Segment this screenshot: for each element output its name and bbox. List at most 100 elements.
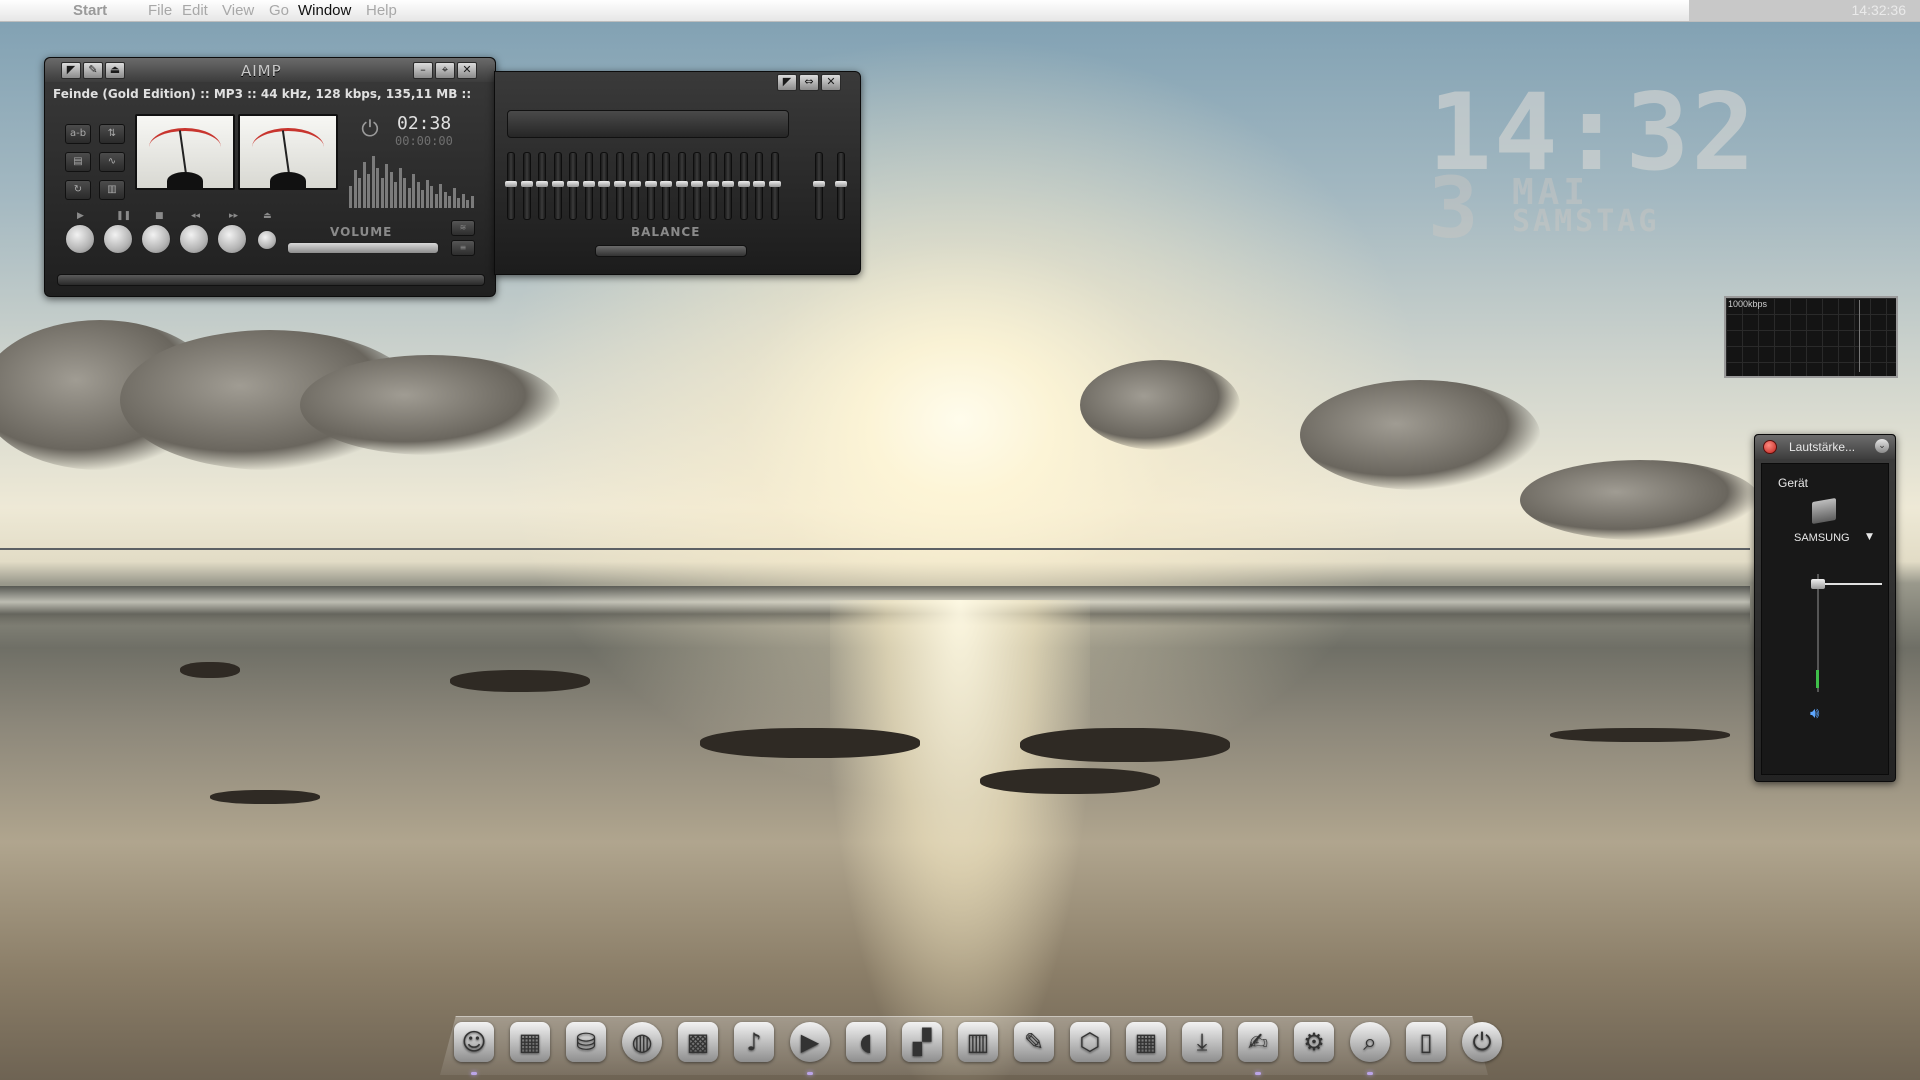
finder-icon: ☺ bbox=[454, 1022, 494, 1062]
dock-item-trash[interactable]: ▯ bbox=[1404, 1020, 1448, 1064]
dock-item-guitar[interactable]: ♪ bbox=[732, 1020, 776, 1064]
dock-item-finder[interactable]: ☺ bbox=[452, 1020, 496, 1064]
menu-icon[interactable]: ◤ bbox=[61, 62, 81, 79]
rock bbox=[700, 728, 920, 758]
waveform-button[interactable]: ∿ bbox=[99, 152, 125, 172]
spectrum-bar bbox=[452, 188, 456, 208]
spectrum-button[interactable]: ▥ bbox=[99, 180, 125, 200]
dock-item-text-edit[interactable]: ✍ bbox=[1236, 1020, 1280, 1064]
volume-thumb[interactable] bbox=[1811, 579, 1825, 590]
balance-slider[interactable] bbox=[595, 245, 747, 257]
download-icon: ⤓ bbox=[1182, 1022, 1222, 1062]
chevron-down-icon[interactable]: ▼ bbox=[1866, 532, 1873, 542]
time-elapsed[interactable]: 02:38 bbox=[397, 113, 451, 134]
repeat-button[interactable]: ↻ bbox=[65, 180, 91, 200]
dock-item-search[interactable]: ⌕ bbox=[1348, 1020, 1392, 1064]
eq-preset-icon[interactable]: ⇔ bbox=[799, 74, 819, 91]
running-indicator bbox=[1255, 1072, 1261, 1075]
eq-band-slider[interactable] bbox=[768, 152, 781, 220]
wrench-icon[interactable]: ✎ bbox=[83, 62, 103, 79]
minimize-button[interactable]: – bbox=[413, 62, 433, 79]
dock-item-power[interactable]: ⏻ bbox=[1460, 1020, 1504, 1064]
eq-preset-bar[interactable] bbox=[507, 110, 789, 138]
close-button[interactable] bbox=[1763, 440, 1777, 454]
eq-band-slider[interactable] bbox=[737, 152, 750, 220]
dock-item-browser[interactable]: ◍ bbox=[620, 1020, 664, 1064]
eq-band-slider[interactable] bbox=[505, 152, 517, 220]
cloud bbox=[1520, 460, 1760, 540]
eq-band-slider[interactable] bbox=[613, 152, 626, 220]
dock-item-drive[interactable]: ⛁ bbox=[564, 1020, 608, 1064]
menu-help[interactable]: Help bbox=[366, 2, 397, 19]
eq-band-slider[interactable] bbox=[691, 152, 703, 220]
cloud bbox=[1080, 360, 1240, 450]
pin-icon[interactable]: ⌖ bbox=[435, 62, 455, 79]
list-button[interactable]: ≡ bbox=[451, 240, 475, 256]
options-icon[interactable]: ⌄ bbox=[1875, 439, 1889, 453]
menu-start[interactable]: Start bbox=[73, 2, 107, 19]
eq-band-slider[interactable] bbox=[706, 152, 719, 220]
dock-item-film[interactable]: ▥ bbox=[956, 1020, 1000, 1064]
dock-item-package[interactable]: ⬡ bbox=[1068, 1020, 1112, 1064]
eq-band-slider[interactable] bbox=[675, 152, 688, 220]
menu-go[interactable]: Go bbox=[269, 2, 289, 19]
power-icon: ⏻ bbox=[1462, 1022, 1502, 1062]
eq-band-slider[interactable] bbox=[582, 152, 595, 220]
volume-mixer-title-bar[interactable]: Lautstärke... ⌄ bbox=[1755, 435, 1895, 459]
menu-file[interactable]: File bbox=[148, 2, 172, 19]
power-icon[interactable]: ⏻ bbox=[358, 118, 382, 142]
eq-band-slider[interactable] bbox=[629, 152, 641, 220]
eq-band-slider[interactable] bbox=[567, 152, 579, 220]
guitar-icon: ♪ bbox=[734, 1022, 774, 1062]
shuffle-button[interactable]: ≋ bbox=[451, 220, 475, 236]
eq-band-slider[interactable] bbox=[753, 152, 765, 220]
eq-close-button[interactable]: ✕ bbox=[821, 74, 841, 91]
aimp-title-bar[interactable]: ◤ ✎ ⏏ AIMP – ⌖ ✕ bbox=[45, 58, 495, 82]
dock-item-speaker[interactable]: ◖ bbox=[844, 1020, 888, 1064]
eq-band-slider[interactable] bbox=[536, 152, 548, 220]
seek-bar[interactable] bbox=[57, 274, 485, 286]
eq-band-slider[interactable] bbox=[598, 152, 610, 220]
dock-item-clapper[interactable]: ▞ bbox=[900, 1020, 944, 1064]
dock-item-window[interactable]: ▦ bbox=[508, 1020, 552, 1064]
eq-band-slider[interactable] bbox=[644, 152, 657, 220]
menu-window[interactable]: Window bbox=[298, 2, 351, 19]
dock-item-download[interactable]: ⤓ bbox=[1180, 1020, 1224, 1064]
eq-menu-icon[interactable]: ◤ bbox=[777, 74, 797, 91]
stop-button[interactable] bbox=[141, 224, 171, 254]
eject-icon[interactable]: ⏏ bbox=[105, 62, 125, 79]
ab-repeat-button[interactable]: a-b bbox=[65, 124, 91, 144]
eq-band-slider[interactable] bbox=[520, 152, 533, 220]
mute-speaker-icon[interactable]: 🔊︎ bbox=[1810, 704, 1819, 722]
volume-slider[interactable] bbox=[287, 242, 439, 254]
eq-band-slider[interactable] bbox=[660, 152, 672, 220]
dock-item-calculator[interactable]: ▦ bbox=[1124, 1020, 1168, 1064]
spectrum-bar bbox=[448, 196, 451, 208]
equalizer-toggle-button[interactable]: ⇅ bbox=[99, 124, 125, 144]
horizon bbox=[0, 548, 1750, 550]
dock-item-play[interactable]: ▶ bbox=[788, 1020, 832, 1064]
device-name[interactable]: SAMSUNG bbox=[1794, 532, 1850, 544]
eq-band-slider[interactable] bbox=[722, 152, 734, 220]
dock-item-photos[interactable]: ▩ bbox=[676, 1020, 720, 1064]
peak-meter bbox=[1816, 670, 1819, 688]
eq-band-slider[interactable] bbox=[551, 152, 564, 220]
dock-item-settings[interactable]: ⚙ bbox=[1292, 1020, 1336, 1064]
menubar-clock[interactable]: 14:32:36 bbox=[1852, 2, 1907, 18]
eq-gain-slider[interactable] bbox=[835, 152, 847, 220]
vu-meter-right bbox=[238, 114, 338, 190]
close-button[interactable]: ✕ bbox=[457, 62, 477, 79]
previous-button[interactable] bbox=[179, 224, 209, 254]
menu-edit[interactable]: Edit bbox=[182, 2, 208, 19]
speaker-icon: ◖ bbox=[846, 1022, 886, 1062]
play-button[interactable] bbox=[65, 224, 95, 254]
menu-view[interactable]: View bbox=[222, 2, 254, 19]
next-button[interactable] bbox=[217, 224, 247, 254]
open-button[interactable] bbox=[257, 230, 277, 250]
eq-preamp-slider[interactable] bbox=[813, 152, 825, 220]
speaker-device-icon[interactable] bbox=[1812, 497, 1836, 525]
playlist-button[interactable]: ▤ bbox=[65, 152, 91, 172]
vu-pivot bbox=[167, 172, 203, 190]
pause-button[interactable] bbox=[103, 224, 133, 254]
dock-item-notes[interactable]: ✎ bbox=[1012, 1020, 1056, 1064]
